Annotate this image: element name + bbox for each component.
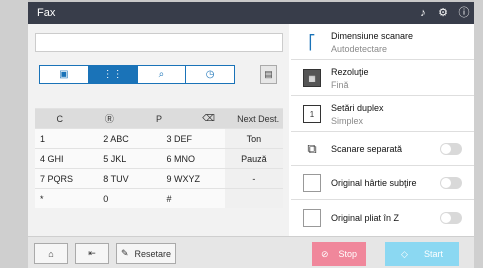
stop-button[interactable]: ⊘ Stop xyxy=(312,242,366,266)
dash-key[interactable]: - xyxy=(224,168,283,188)
key-2[interactable]: 2 ABC xyxy=(98,128,162,148)
history-tab[interactable]: ◷ xyxy=(186,66,234,83)
keypad-icon: ⋮⋮ xyxy=(102,69,123,80)
dial-panel: ▣ ⋮⋮ ⌕ ◷ ▤ C Ⓡ P ⌫ Next Dest. 1 2 ABC 3 … xyxy=(28,24,289,236)
address-book-tab[interactable]: ▣ xyxy=(40,66,89,83)
keypad-row: 1 2 ABC 3 DEF Ton xyxy=(35,128,283,148)
settings-icon[interactable]: ⚙ xyxy=(435,5,451,21)
setting-label: Scanare separată xyxy=(331,144,403,154)
keypad-row: * 0 # xyxy=(35,188,283,208)
thin-paper-setting[interactable]: Original hârtie subţire xyxy=(291,166,474,200)
setting-value: Fină xyxy=(331,80,349,90)
search-tab[interactable]: ⌕ xyxy=(138,66,187,83)
info-icon[interactable]: ⓘ xyxy=(456,5,472,21)
left-bezel xyxy=(0,0,28,268)
reset-label: Resetare xyxy=(134,248,172,259)
key-4[interactable]: 4 GHI xyxy=(35,148,99,168)
key-9[interactable]: 9 WXYZ xyxy=(161,168,225,188)
input-mode-tabs: ▣ ⋮⋮ ⌕ ◷ xyxy=(39,65,235,84)
settings-panel: ⎡ Dimensiune scanare Autodetectare ▦ Rez… xyxy=(291,24,474,236)
back-button[interactable]: ⇤ xyxy=(75,243,109,264)
keypad-row: 7 PQRS 8 TUV 9 WXYZ - xyxy=(35,168,283,188)
pause-key[interactable]: P xyxy=(134,108,184,128)
key-3[interactable]: 3 DEF xyxy=(161,128,225,148)
stop-label: Stop xyxy=(338,249,358,259)
empty-key xyxy=(224,188,283,208)
next-dest-key[interactable]: Next Dest. xyxy=(233,108,283,128)
key-8[interactable]: 8 TUV xyxy=(98,168,162,188)
separate-scan-icon: ⧉ xyxy=(303,140,321,158)
bell-icon[interactable]: ♪ xyxy=(415,5,431,21)
thin-paper-toggle[interactable] xyxy=(440,177,462,189)
reset-icon: ✎ xyxy=(120,248,129,258)
z-fold-toggle[interactable] xyxy=(440,212,462,224)
reset-button[interactable]: ✎ Resetare xyxy=(116,243,176,264)
key-7[interactable]: 7 PQRS xyxy=(35,168,99,188)
setting-label: Rezoluţie xyxy=(331,67,369,77)
search-icon: ⌕ xyxy=(158,69,165,80)
setting-label: Dimensiune scanare xyxy=(331,31,414,41)
history-icon: ◷ xyxy=(205,69,215,80)
setting-label: Setări duplex xyxy=(331,103,384,113)
setting-label: Original pliat în Z xyxy=(331,213,400,223)
key-0[interactable]: 0 xyxy=(98,188,162,208)
address-register-icon: ▤ xyxy=(264,69,273,79)
duplex-icon: 1 xyxy=(303,105,321,123)
home-button[interactable]: ⌂ xyxy=(34,243,68,264)
key-1[interactable]: 1 xyxy=(35,128,99,148)
redial-key[interactable]: Ⓡ xyxy=(84,108,135,128)
home-icon: ⌂ xyxy=(48,248,54,259)
destination-input[interactable] xyxy=(35,33,283,52)
fax-screen: Fax ♪ ⚙ ⓘ ▣ ⋮⋮ ⌕ ◷ ▤ C Ⓡ P ⌫ Next Dest. … xyxy=(28,2,474,268)
book-icon: ▣ xyxy=(59,69,69,80)
key-star[interactable]: * xyxy=(35,188,99,208)
scan-size-icon: ⎡ xyxy=(303,33,321,51)
resolution-setting[interactable]: ▦ Rezoluţie Fină xyxy=(291,60,474,96)
backspace-key[interactable]: ⌫ xyxy=(183,108,234,128)
page-title: Fax xyxy=(37,7,56,19)
key-5[interactable]: 5 JKL xyxy=(98,148,162,168)
thin-paper-icon xyxy=(303,174,321,192)
stop-icon: ⊘ xyxy=(320,248,329,259)
title-bar: Fax ♪ ⚙ ⓘ xyxy=(28,2,474,24)
pause-dial-key[interactable]: Pauză xyxy=(224,148,283,168)
scan-size-setting[interactable]: ⎡ Dimensiune scanare Autodetectare xyxy=(291,24,474,60)
duplex-setting[interactable]: 1 Setări duplex Simplex xyxy=(291,96,474,132)
setting-value: Autodetectare xyxy=(331,44,388,54)
z-fold-setting[interactable]: Original pliat în Z xyxy=(291,200,474,236)
keypad-tab[interactable]: ⋮⋮ xyxy=(88,66,138,83)
start-label: Start xyxy=(423,249,443,259)
start-button[interactable]: ◇ Start xyxy=(385,242,459,266)
separate-scan-toggle[interactable] xyxy=(440,143,462,155)
resolution-icon: ▦ xyxy=(303,69,321,87)
separate-scan-setting[interactable]: ⧉ Scanare separată xyxy=(291,132,474,166)
register-address-button[interactable]: ▤ xyxy=(260,65,277,84)
dial-keypad: C Ⓡ P ⌫ Next Dest. 1 2 ABC 3 DEF Ton 4 G… xyxy=(35,108,283,208)
setting-value: Simplex xyxy=(331,116,364,126)
key-hash[interactable]: # xyxy=(161,188,225,208)
keypad-row: 4 GHI 5 JKL 6 MNO Pauză xyxy=(35,148,283,168)
setting-label: Original hârtie subţire xyxy=(331,178,417,188)
keypad-function-row: C Ⓡ P ⌫ Next Dest. xyxy=(35,108,283,128)
right-bezel xyxy=(474,0,483,268)
key-6[interactable]: 6 MNO xyxy=(161,148,225,168)
tone-key[interactable]: Ton xyxy=(224,128,283,148)
z-fold-icon xyxy=(303,209,321,227)
clear-key[interactable]: C xyxy=(35,108,85,128)
back-icon: ⇤ xyxy=(88,248,96,258)
start-icon: ◇ xyxy=(401,248,408,259)
